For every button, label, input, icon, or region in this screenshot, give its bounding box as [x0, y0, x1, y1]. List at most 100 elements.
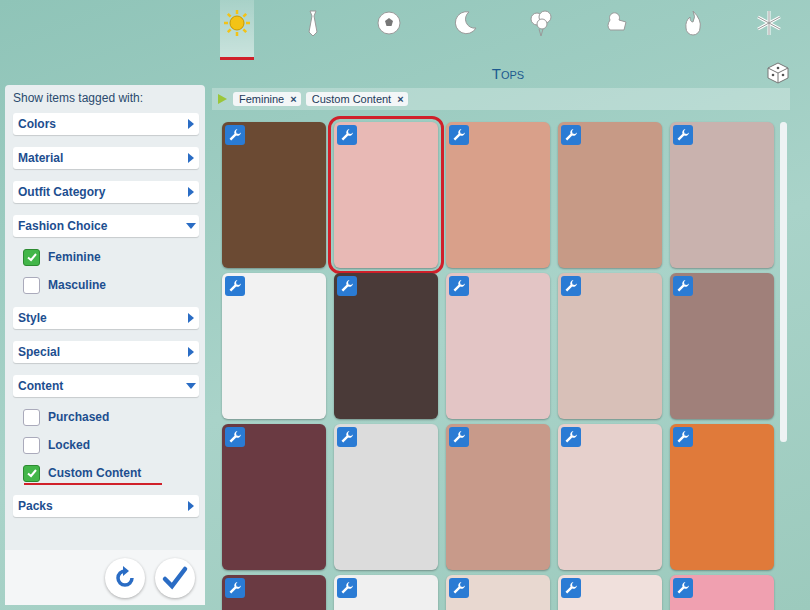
group-bar[interactable]: Style: [13, 307, 199, 329]
group-bar[interactable]: Fashion Choice: [13, 215, 199, 237]
custom-content-badge: [449, 578, 469, 598]
item-card[interactable]: [670, 122, 774, 268]
catalog: [210, 110, 810, 610]
filter-chip[interactable]: Custom Content ×: [306, 92, 408, 106]
filter-group: Fashion Choice Feminine Masculine: [13, 215, 199, 295]
item-card[interactable]: [446, 575, 550, 610]
item-card[interactable]: [446, 424, 550, 570]
wrench-icon: [340, 430, 354, 444]
custom-content-badge: [337, 578, 357, 598]
category-tab[interactable]: [524, 0, 558, 60]
group-bar[interactable]: Packs: [13, 495, 199, 517]
arrow-right-icon: [183, 147, 199, 169]
category-tab[interactable]: [448, 0, 482, 60]
tab-underline: [600, 57, 634, 60]
party-icon: [526, 8, 556, 38]
filter-option[interactable]: Purchased: [23, 407, 199, 427]
group-label: Packs: [18, 499, 53, 513]
chip-remove[interactable]: ×: [290, 93, 296, 105]
wrench-icon: [676, 430, 690, 444]
item-card[interactable]: [222, 575, 326, 610]
group-label: Fashion Choice: [18, 219, 107, 233]
scroll-thumb[interactable]: [780, 122, 787, 442]
item-card[interactable]: [558, 575, 662, 610]
checkbox-icon[interactable]: [23, 465, 40, 482]
wrench-icon: [452, 581, 466, 595]
item-card[interactable]: [558, 122, 662, 268]
item-grid: [222, 122, 774, 610]
item-card[interactable]: [670, 575, 774, 610]
undo-button[interactable]: [105, 558, 145, 598]
filter-option[interactable]: Locked: [23, 435, 199, 455]
bottom-bar: [5, 550, 205, 605]
group-label: Material: [18, 151, 63, 165]
tab-underline: [372, 57, 406, 60]
arrow-down-icon: [183, 375, 199, 397]
checkbox-icon[interactable]: [23, 409, 40, 426]
item-card[interactable]: [334, 273, 438, 419]
randomize-button[interactable]: [766, 61, 790, 85]
custom-content-badge: [449, 125, 469, 145]
wrench-icon: [564, 279, 578, 293]
custom-content-badge: [225, 276, 245, 296]
arrow-down-icon: [183, 215, 199, 237]
item-card[interactable]: [334, 424, 438, 570]
scrollbar[interactable]: [780, 122, 787, 442]
category-tab[interactable]: [372, 0, 406, 60]
filter-group: Style: [13, 307, 199, 329]
wrench-icon: [228, 128, 242, 142]
checkbox-icon[interactable]: [23, 277, 40, 294]
chip-label: Feminine: [239, 93, 284, 105]
main-column: Tops Feminine ×Custom Content ×: [210, 0, 810, 610]
group-bar[interactable]: Special: [13, 341, 199, 363]
item-card[interactable]: [558, 424, 662, 570]
athletic-icon: [374, 8, 404, 38]
option-label: Locked: [48, 438, 90, 452]
item-card[interactable]: [334, 122, 438, 268]
group-label: Special: [18, 345, 60, 359]
group-bar[interactable]: Colors: [13, 113, 199, 135]
category-tab[interactable]: [676, 0, 710, 60]
custom-content-badge: [449, 427, 469, 447]
swimwear-icon: [602, 8, 632, 38]
item-card[interactable]: [222, 122, 326, 268]
filter-group: Colors: [13, 113, 199, 135]
filter-group: Content Purchased Locked Custom Content: [13, 375, 199, 483]
item-card[interactable]: [222, 424, 326, 570]
filter-option[interactable]: Feminine: [23, 247, 199, 267]
custom-content-badge: [673, 427, 693, 447]
checkbox-icon[interactable]: [23, 437, 40, 454]
tick-icon: [26, 251, 38, 263]
sleep-icon: [450, 8, 480, 38]
check-icon: [161, 564, 189, 592]
item-card[interactable]: [670, 424, 774, 570]
filter-option[interactable]: Masculine: [23, 275, 199, 295]
checkbox-icon[interactable]: [23, 249, 40, 266]
left-column: Show items tagged with: Colors Material …: [0, 0, 210, 610]
custom-content-badge: [337, 125, 357, 145]
filter-option[interactable]: Custom Content: [23, 463, 163, 483]
item-card[interactable]: [670, 273, 774, 419]
tab-underline: [752, 57, 786, 60]
chip-remove[interactable]: ×: [397, 93, 403, 105]
item-card[interactable]: [222, 273, 326, 419]
category-tab[interactable]: [220, 0, 254, 60]
category-tab[interactable]: [752, 0, 786, 60]
group-bar[interactable]: Outfit Category: [13, 181, 199, 203]
category-tab[interactable]: [600, 0, 634, 60]
item-card[interactable]: [334, 575, 438, 610]
chip-label: Custom Content: [312, 93, 391, 105]
custom-content-badge: [561, 125, 581, 145]
wrench-icon: [676, 128, 690, 142]
filter-chip[interactable]: Feminine ×: [233, 92, 301, 106]
category-tab[interactable]: [296, 0, 330, 60]
item-card[interactable]: [446, 122, 550, 268]
group-bar[interactable]: Material: [13, 147, 199, 169]
group-bar[interactable]: Content: [13, 375, 199, 397]
item-card[interactable]: [446, 273, 550, 419]
confirm-button[interactable]: [155, 558, 195, 598]
option-list: Purchased Locked Custom Content: [13, 397, 199, 483]
item-card[interactable]: [558, 273, 662, 419]
custom-content-badge: [337, 276, 357, 296]
wrench-icon: [676, 581, 690, 595]
